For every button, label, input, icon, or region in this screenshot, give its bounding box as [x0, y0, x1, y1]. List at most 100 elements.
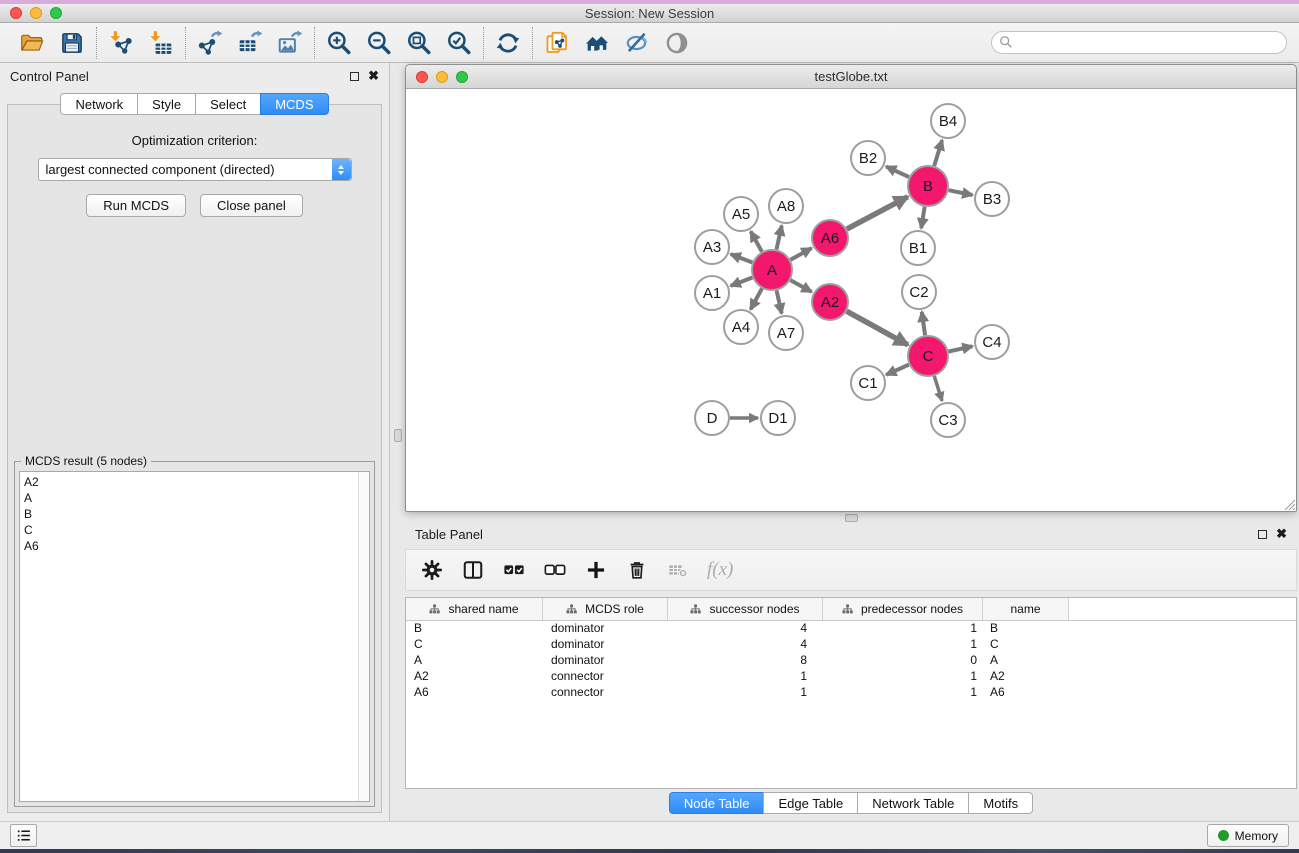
mcds-result-item[interactable]: C [24, 522, 369, 538]
table-cell: dominator [543, 653, 668, 669]
tab-edge-table[interactable]: Edge Table [763, 792, 858, 814]
eye-icon[interactable] [662, 28, 692, 58]
tab-style[interactable]: Style [137, 93, 196, 115]
save-session-icon[interactable] [57, 28, 87, 58]
column-header-predecessor-nodes[interactable]: predecessor nodes [823, 598, 983, 620]
table-row[interactable]: A6connector11A6 [406, 685, 1296, 701]
status-bar: Memory [0, 821, 1299, 849]
zoom-in-icon[interactable] [324, 28, 354, 58]
graph-node-C[interactable]: C [908, 336, 948, 376]
graph-node-C4[interactable]: C4 [975, 325, 1009, 359]
add-icon[interactable] [584, 558, 608, 582]
graph-node-D1[interactable]: D1 [761, 401, 795, 435]
tab-network-table[interactable]: Network Table [857, 792, 969, 814]
graph-node-B[interactable]: B [908, 166, 948, 206]
select-all-icon[interactable] [502, 558, 526, 582]
mcds-tab-content: Optimization criterion: largest connecte… [7, 104, 382, 813]
table-row[interactable]: Cdominator41C [406, 637, 1296, 653]
clone-network-icon[interactable] [542, 28, 572, 58]
search-input[interactable] [991, 31, 1287, 54]
network-canvas[interactable]: B4 B2 B B3 A5 A8 A6 B1 A3 A A1 C2 A2 A4 A7 C C4 C1 C3 D D1 [406, 89, 1296, 511]
close-table-panel-icon[interactable]: ✖ [1276, 529, 1287, 539]
optimization-criterion-label: Optimization criterion: [8, 133, 381, 148]
tab-network[interactable]: Network [60, 93, 138, 115]
graph-node-C3[interactable]: C3 [931, 403, 965, 437]
list-scrollbar[interactable] [358, 472, 369, 801]
graph-node-A1[interactable]: A1 [695, 276, 729, 310]
mcds-result-item[interactable]: A6 [24, 538, 369, 554]
graph-node-A6[interactable]: A6 [812, 220, 848, 256]
float-table-panel-icon[interactable] [1258, 530, 1267, 539]
graph-node-A7[interactable]: A7 [769, 316, 803, 350]
export-network-icon[interactable] [195, 28, 225, 58]
table-cell: 1 [823, 669, 983, 685]
graph-node-A[interactable]: A [752, 250, 792, 290]
mcds-result-item[interactable]: A2 [24, 474, 369, 490]
tab-motifs[interactable]: Motifs [968, 792, 1033, 814]
tab-node-table[interactable]: Node Table [669, 792, 765, 814]
app-titlebar[interactable]: Session: New Session [0, 4, 1299, 23]
column-header-shared-name[interactable]: shared name [406, 598, 543, 620]
table-row[interactable]: Bdominator41B [406, 621, 1296, 637]
deselect-all-icon[interactable] [543, 558, 567, 582]
graph-node-A5[interactable]: A5 [724, 197, 758, 231]
column-header-MCDS-role[interactable]: MCDS role [543, 598, 668, 620]
graph-node-A4[interactable]: A4 [724, 310, 758, 344]
toggle-graphics-details-icon[interactable] [622, 28, 652, 58]
graph-node-B2[interactable]: B2 [851, 141, 885, 175]
table-panel: Table Panel ✖ f(x) shared nameMCDS roles… [405, 521, 1297, 817]
zoom-fit-icon[interactable] [404, 28, 434, 58]
tab-select[interactable]: Select [195, 93, 261, 115]
graph-node-D[interactable]: D [695, 401, 729, 435]
toolbar-group [484, 28, 532, 58]
task-history-button[interactable] [10, 824, 37, 847]
graph-node-A2[interactable]: A2 [812, 284, 848, 320]
resize-grip-icon[interactable] [1282, 497, 1295, 510]
graph-node-A3[interactable]: A3 [695, 230, 729, 264]
export-image-icon[interactable] [275, 28, 305, 58]
mcds-result-item[interactable]: B [24, 506, 369, 522]
table-row[interactable]: A2connector11A2 [406, 669, 1296, 685]
graph-node-B4[interactable]: B4 [931, 104, 965, 138]
table-row[interactable]: Adominator80A [406, 653, 1296, 669]
tab-mcds[interactable]: MCDS [260, 93, 328, 115]
edge-A-A4 [751, 288, 762, 309]
open-file-icon[interactable] [17, 28, 47, 58]
column-type-icon [690, 604, 702, 615]
float-panel-icon[interactable] [350, 72, 359, 81]
zoom-out-icon[interactable] [364, 28, 394, 58]
memory-button[interactable]: Memory [1207, 824, 1289, 847]
column-header-name[interactable]: name [983, 598, 1069, 620]
export-table-icon[interactable] [235, 28, 265, 58]
trash-icon[interactable] [625, 558, 649, 582]
table-cell: 1 [823, 685, 983, 701]
edge-B-B3 [949, 190, 973, 195]
mcds-result-item[interactable]: A [24, 490, 369, 506]
mcds-result-list[interactable]: A2ABCA6 [19, 471, 370, 802]
edge-C-C3 [934, 376, 942, 401]
graph-node-B3[interactable]: B3 [975, 182, 1009, 216]
optimization-criterion-select[interactable]: largest connected component (directed) [38, 158, 352, 181]
column-header-label: name [1010, 602, 1040, 616]
graph-node-C1[interactable]: C1 [851, 366, 885, 400]
import-network-icon[interactable] [106, 28, 136, 58]
table-toolbar: f(x) [405, 549, 1297, 591]
refresh-layout-icon[interactable] [493, 28, 523, 58]
close-panel-icon[interactable]: ✖ [368, 71, 379, 81]
gear-icon[interactable] [420, 558, 444, 582]
run-mcds-button[interactable]: Run MCDS [86, 194, 186, 217]
zoom-selected-icon[interactable] [444, 28, 474, 58]
graph-node-C2[interactable]: C2 [902, 275, 936, 309]
network-window-titlebar[interactable]: testGlobe.txt [406, 65, 1296, 89]
columns-icon[interactable] [461, 558, 485, 582]
graph-node-A8[interactable]: A8 [769, 189, 803, 223]
network-graph[interactable]: B4 B2 B B3 A5 A8 A6 B1 A3 A A1 C2 A2 A4 A7 C C4 C1 C3 D D1 [406, 89, 1296, 511]
toolbar-group [533, 28, 701, 58]
import-table-icon[interactable] [146, 28, 176, 58]
desktop-vertical-scroll-thumb[interactable] [394, 429, 402, 442]
close-panel-button[interactable]: Close panel [200, 194, 303, 217]
table-cell: 0 [823, 653, 983, 669]
column-header-successor-nodes[interactable]: successor nodes [668, 598, 823, 620]
graph-node-B1[interactable]: B1 [901, 231, 935, 265]
home-icon[interactable] [582, 28, 612, 58]
